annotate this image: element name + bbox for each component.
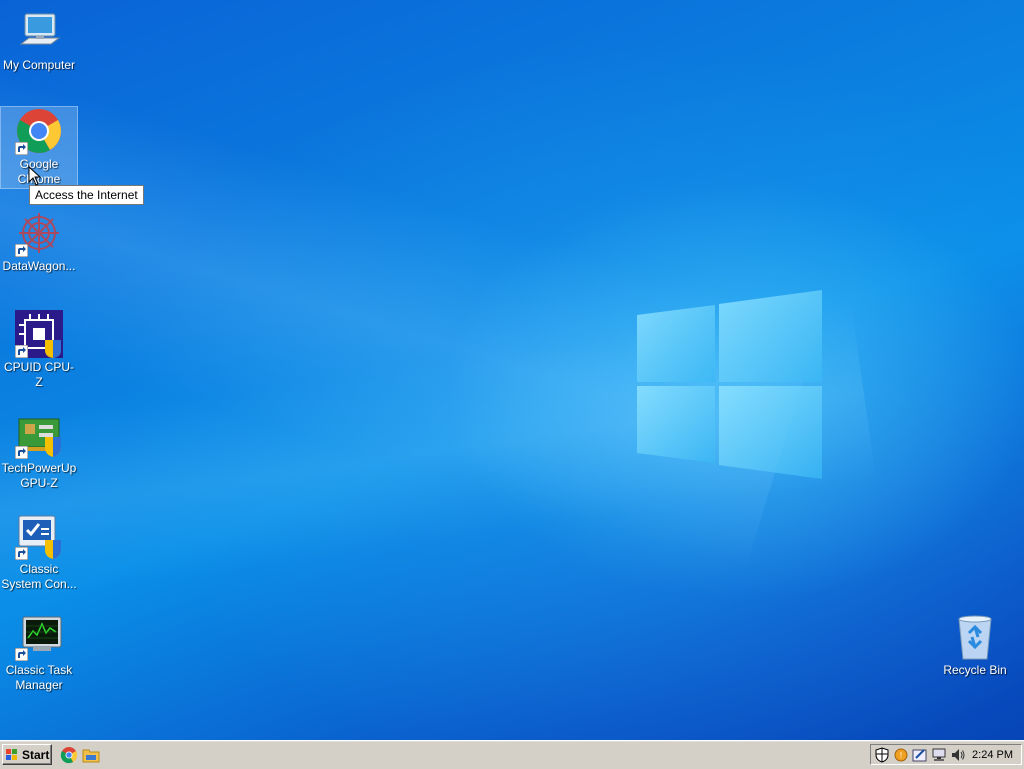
classic-task-manager-shortcut[interactable]: Classic Task Manager [1,613,77,693]
icon-label: Recycle Bin [943,663,1007,677]
my-computer-shortcut[interactable]: My Computer [1,8,77,73]
system-tray: ! 2:24 PM [870,744,1022,765]
datawagon-icon [15,209,63,257]
shortcut-arrow-icon [15,648,28,661]
start-button[interactable]: Start [2,744,52,765]
desktop[interactable]: My Computer Google Chrome DataWagon... C… [0,0,1024,740]
classic-system-control-icon [15,512,63,560]
update-icon[interactable]: ! [893,747,909,763]
google-chrome-icon [15,107,63,155]
icon-label: Classic System Con... [1,562,77,591]
mouse-cursor-icon [28,166,42,186]
classic-system-control-shortcut[interactable]: Classic System Con... [1,512,77,592]
tooltip: Access the Internet [29,185,144,205]
classic-task-manager-icon [15,613,63,661]
techpowerup-gpu-z-icon [15,411,63,459]
icon-label: Classic Task Manager [5,663,73,692]
my-computer-icon [15,8,63,56]
shortcut-arrow-icon [15,547,28,560]
icon-label: CPUID CPU-Z [3,360,74,389]
cpuid-cpu-z-icon [15,310,63,358]
taskbar: Start ! 2:24 PM [0,740,1024,769]
security-shield-icon[interactable] [874,746,890,763]
pen-icon[interactable] [912,747,928,763]
techpowerup-gpu-z-shortcut[interactable]: TechPowerUp GPU-Z [1,411,77,491]
recycle-bin-shortcut[interactable]: Recycle Bin [937,613,1013,678]
clock[interactable]: 2:24 PM [972,749,1013,761]
network-icon[interactable] [931,747,947,763]
shortcut-arrow-icon [15,142,28,155]
windows-flag-icon [6,748,17,760]
volume-icon[interactable] [950,747,966,763]
start-label: Start [22,747,50,762]
svg-text:!: ! [900,751,902,760]
file-explorer-icon[interactable] [82,746,100,764]
shortcut-arrow-icon [15,244,28,257]
icon-label: My Computer [2,58,76,72]
shortcut-arrow-icon [15,446,28,459]
cpuid-cpu-z-shortcut[interactable]: CPUID CPU-Z [1,310,77,390]
icon-label: DataWagon... [2,259,76,273]
chrome-icon[interactable] [60,746,78,764]
windows-logo-wallpaper [637,290,822,479]
recycle-bin-icon [951,613,999,661]
icon-label: TechPowerUp GPU-Z [1,461,77,490]
shortcut-arrow-icon [15,345,28,358]
datawagon-shortcut[interactable]: DataWagon... [1,209,77,274]
